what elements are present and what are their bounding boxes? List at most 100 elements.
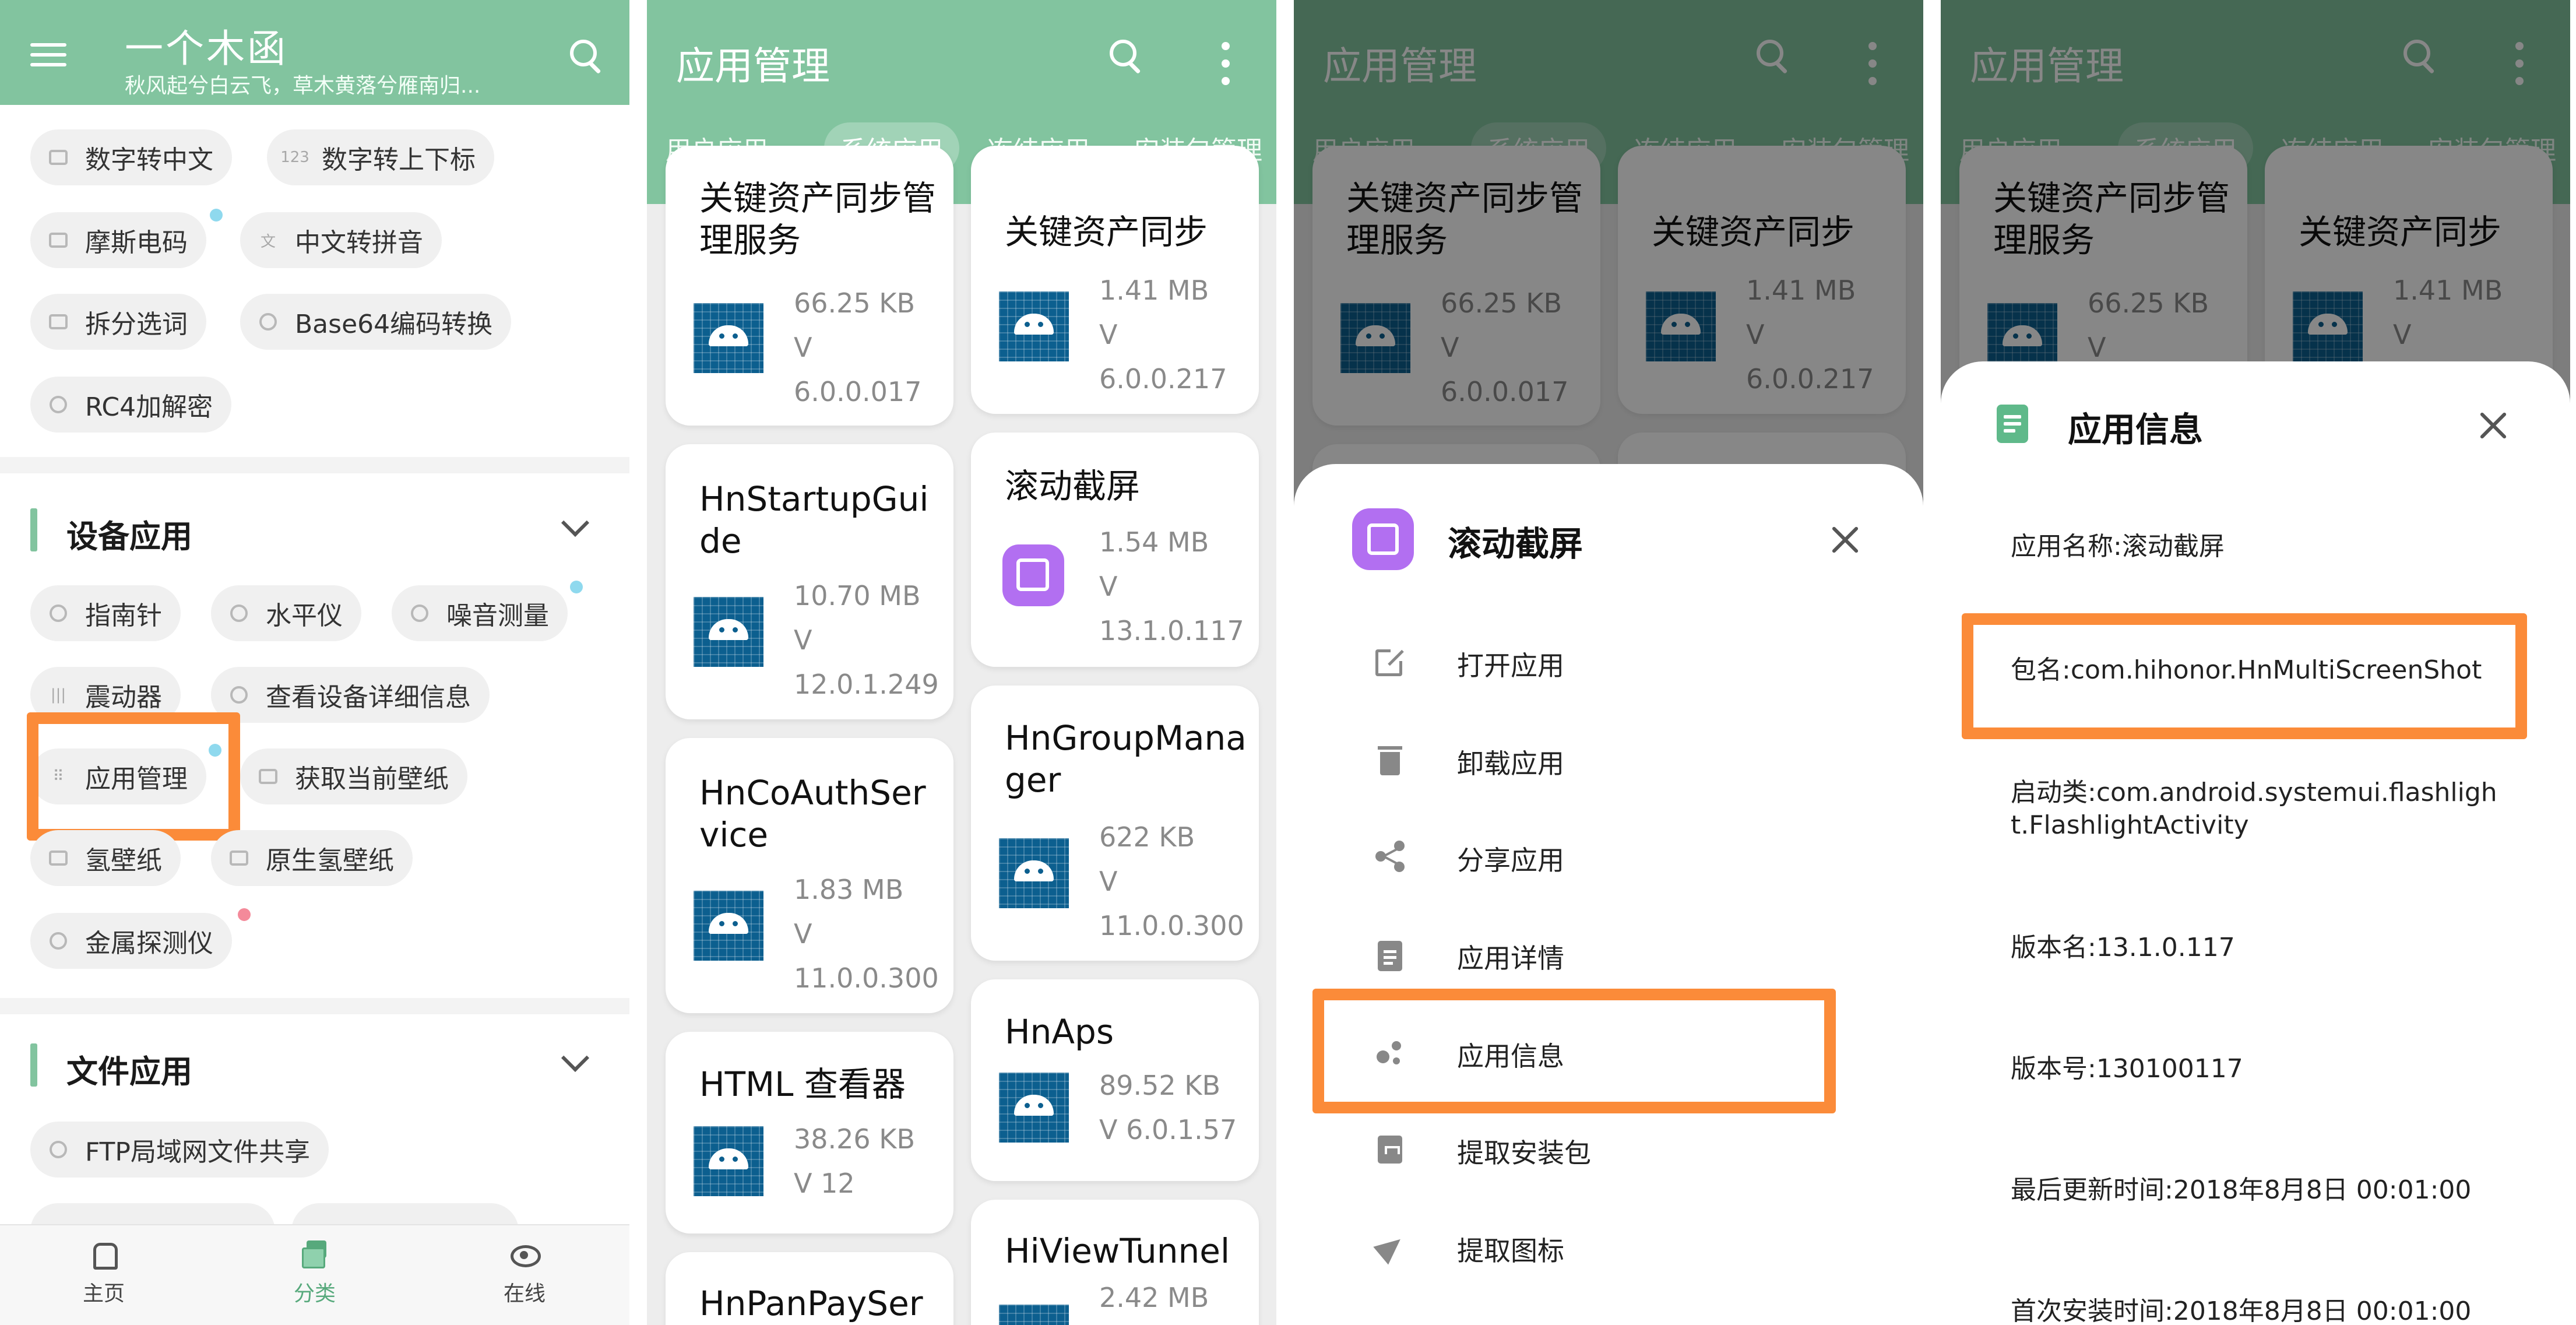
menu-item-uninstall[interactable]: 卸载应用 xyxy=(1294,718,1923,800)
section-title-file: 文件应用 xyxy=(66,1053,192,1090)
app-size: 2.42 MB xyxy=(1099,1282,1209,1313)
app-version-prefix: V 12 xyxy=(794,1168,855,1199)
app-version-prefix: V xyxy=(794,332,812,363)
menu-item-label: 打开应用 xyxy=(1457,650,1564,681)
clipboard-icon xyxy=(1997,405,2028,443)
menu-item-label: 提取安装包 xyxy=(1457,1137,1591,1169)
search-icon[interactable] xyxy=(1110,40,1145,75)
chip-label: 指南针 xyxy=(85,601,162,631)
eye-icon xyxy=(508,1238,541,1271)
123-icon: 123 xyxy=(280,149,309,166)
app-card[interactable]: HnPanPaySer xyxy=(666,1252,953,1325)
chip-base64[interactable]: Base64编码转换 xyxy=(240,294,512,350)
home-icon xyxy=(87,1238,120,1271)
app-card[interactable]: 关键资产同步 1.41 MB V 6.0.0.217 xyxy=(971,146,1259,414)
chip-label: RC4加解密 xyxy=(85,392,213,422)
app-size: 1.83 MB xyxy=(794,874,904,905)
info-launch-class: 启动类:com.android.systemui.flashlight.Flas… xyxy=(2011,778,2497,840)
menu-item-label: 应用详情 xyxy=(1457,943,1564,974)
more-options-icon[interactable] xyxy=(1222,42,1230,86)
app-card[interactable]: HnCoAuthService 1.83 MB V 11.0.0.300 xyxy=(666,738,953,1013)
chip-device-info[interactable]: 查看设备详细信息 xyxy=(211,667,490,723)
android-icon xyxy=(694,1126,763,1196)
app-card[interactable]: HnAps 89.52 KB V 6.0.1.57 xyxy=(971,979,1259,1181)
app-header: 一个木函 秋风起兮白云飞，草木黄落兮雁南归... xyxy=(0,0,629,105)
chip-number-to-chinese[interactable]: 数字转中文 xyxy=(30,129,232,185)
app-version-prefix: V xyxy=(1099,571,1118,602)
app-subtitle: 秋风起兮白云飞，草木黄落兮雁南归... xyxy=(125,74,481,98)
app-version: 11.0.0.300 xyxy=(794,962,939,994)
app-version: 6.0.0.217 xyxy=(1099,363,1227,395)
chip-ftp-share[interactable]: FTP局域网文件共享 xyxy=(30,1122,329,1178)
nav-home[interactable]: 主页 xyxy=(45,1238,162,1307)
chip-metal-detector[interactable]: 金属探测仪 xyxy=(30,913,232,969)
screenshot-icon xyxy=(1352,508,1414,570)
chevron-down-icon[interactable] xyxy=(561,1043,590,1073)
device-info-icon xyxy=(227,683,251,707)
chip-label: 拆分选词 xyxy=(85,310,188,339)
chip-noise[interactable]: 噪音测量 xyxy=(392,585,568,641)
close-icon[interactable] xyxy=(1829,523,1861,556)
menu-item-share[interactable]: 分享应用 xyxy=(1294,815,1923,897)
android-icon xyxy=(694,597,763,667)
info-first-installed: 首次安装时间:2018年8月8日 00:01:00 xyxy=(2011,1296,2472,1325)
app-name: 关键资产同步 xyxy=(1005,212,1208,252)
app-card[interactable]: HTML 查看器 38.26 KB V 12 xyxy=(666,1032,953,1233)
chip-native-hydrogen-wallpaper[interactable]: 原生氢壁纸 xyxy=(211,830,413,886)
chip-label: 噪音测量 xyxy=(446,601,549,631)
chevron-down-icon[interactable] xyxy=(561,508,590,537)
chip-label: 金属探测仪 xyxy=(85,929,213,958)
chip-compass[interactable]: 指南针 xyxy=(30,585,181,641)
wallpaper-icon xyxy=(47,846,70,870)
close-icon[interactable] xyxy=(2477,409,2510,442)
android-icon xyxy=(999,291,1069,361)
app-name: HnAps xyxy=(1005,1012,1114,1052)
chip-number-superscript[interactable]: 123 数字转上下标 xyxy=(267,129,494,185)
highlight-package-name xyxy=(1962,613,2527,739)
chip-morse[interactable]: 摩斯电码 xyxy=(30,212,206,268)
number-icon xyxy=(47,146,70,169)
search-icon[interactable] xyxy=(570,40,605,75)
dialog-title: 应用信息 xyxy=(2068,410,2204,449)
chip-get-wallpaper[interactable]: 获取当前壁纸 xyxy=(240,748,467,804)
app-name: HnStartupGuide xyxy=(699,479,929,561)
info-version-code: 版本号:130100117 xyxy=(2011,1054,2243,1084)
app-meta: 622 KB V 11.0.0.300 xyxy=(1099,815,1257,948)
app-name: HiViewTunnel xyxy=(1005,1231,1230,1271)
chip-level[interactable]: 水平仪 xyxy=(211,585,361,641)
chip-pinyin[interactable]: 文 中文转拼音 xyxy=(240,212,442,268)
menu-item-app-details[interactable]: 应用详情 xyxy=(1294,913,1923,994)
app-size: 66.25 KB xyxy=(794,287,916,319)
menu-item-label: 卸载应用 xyxy=(1457,748,1564,779)
nav-label: 分类 xyxy=(293,1282,336,1306)
wallpaper-icon xyxy=(256,765,280,788)
chip-split-words[interactable]: 拆分选词 xyxy=(30,294,206,350)
info-last-updated: 最后更新时间:2018年8月8日 00:01:00 xyxy=(2011,1175,2472,1205)
nav-category[interactable]: 分类 xyxy=(256,1238,373,1307)
app-card[interactable]: HiViewTunnel 2.42 MB xyxy=(971,1200,1259,1325)
nav-online[interactable]: 在线 xyxy=(466,1238,583,1307)
app-name: 关键资产同步管理服务 xyxy=(699,178,937,260)
nav-label: 在线 xyxy=(503,1282,546,1306)
app-card[interactable]: 关键资产同步管理服务 66.25 KB V 6.0.0.017 xyxy=(666,146,953,426)
app-version-prefix: V 6.0.1.57 xyxy=(1099,1114,1237,1145)
chip-rc4[interactable]: RC4加解密 xyxy=(30,377,232,433)
app-version-prefix: V xyxy=(1099,866,1118,897)
app-actions-sheet: 滚动截屏 打开应用 卸载应用 分享应用 应用详情 应用信息 提取安装包 提取图标 xyxy=(1294,464,1923,1325)
app-card[interactable]: 滚动截屏 1.54 MB V 13.1.0.117 xyxy=(971,433,1259,667)
android-icon xyxy=(694,891,763,961)
chip-hydrogen-wallpaper[interactable]: 氢壁纸 xyxy=(30,830,181,886)
chip-label: 获取当前壁纸 xyxy=(295,764,449,794)
menu-icon[interactable] xyxy=(30,43,66,66)
open-external-icon xyxy=(1373,645,1407,679)
new-badge xyxy=(210,209,223,222)
app-card[interactable]: HnStartupGuide 10.70 MB V 12.0.1.249 xyxy=(666,444,953,719)
send-icon xyxy=(1373,1230,1408,1265)
menu-item-open-app[interactable]: 打开应用 xyxy=(1294,620,1923,702)
info-app-name: 应用名称:滚动截屏 xyxy=(2011,532,2225,561)
app-card[interactable]: HnGroupManager 622 KB V 11.0.0.300 xyxy=(971,686,1259,961)
menu-item-extract-icon[interactable]: 提取图标 xyxy=(1294,1205,1923,1287)
android-icon xyxy=(999,1305,1069,1325)
menu-item-extract-apk[interactable]: 提取安装包 xyxy=(1294,1108,1923,1189)
screenshot-icon xyxy=(1002,544,1064,606)
